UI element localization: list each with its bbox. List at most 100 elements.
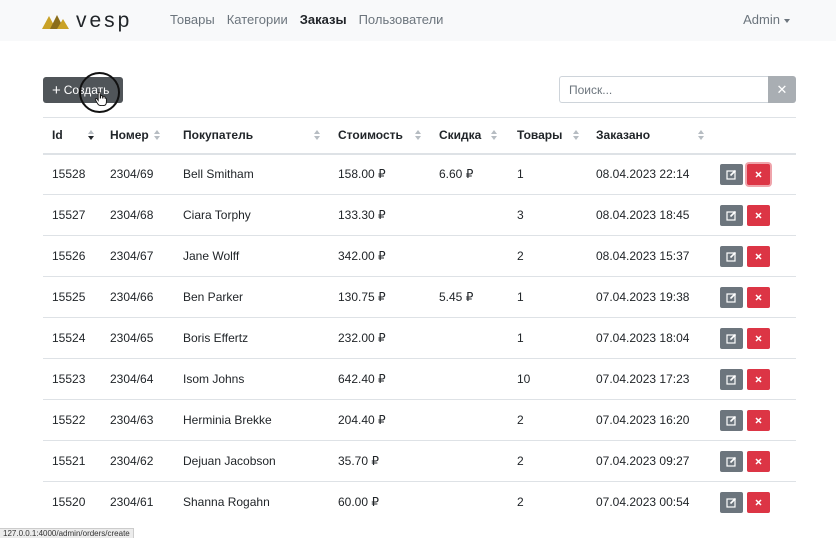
cell-actions (715, 317, 796, 359)
search-input[interactable] (559, 76, 768, 103)
table-row[interactable]: 15522 2304/63 Herminia Brekke 204.40 ₽ 2… (43, 399, 796, 441)
sort-desc-icon[interactable] (88, 130, 95, 141)
cell-ordered: 08.04.2023 18:45 (587, 194, 715, 236)
table-row[interactable]: 15527 2304/68 Ciara Torphy 133.30 ₽ 3 08… (43, 194, 796, 236)
cell-number: 2304/64 (101, 358, 174, 400)
plus-icon: + (52, 82, 61, 99)
column-header-customer[interactable]: Покупатель (174, 117, 329, 155)
delete-button[interactable] (747, 245, 770, 267)
edit-button[interactable] (720, 409, 743, 431)
edit-button[interactable] (720, 450, 743, 472)
edit-button[interactable] (720, 327, 743, 349)
create-button-label: Создать (63, 83, 110, 97)
nav-item-orders[interactable]: Заказы (300, 12, 347, 28)
cell-cost: 130.75 ₽ (329, 276, 430, 318)
close-icon (755, 211, 762, 219)
cell-number: 2304/69 (101, 153, 174, 195)
table-row[interactable]: 15526 2304/67 Jane Wolff 342.00 ₽ 2 08.0… (43, 235, 796, 277)
edit-button[interactable] (720, 245, 743, 267)
cell-number: 2304/68 (101, 194, 174, 236)
cell-id: 15523 (43, 358, 101, 400)
cell-actions (715, 440, 796, 482)
cell-cost: 60.00 ₽ (329, 481, 430, 523)
create-button[interactable]: + Создать (43, 77, 123, 103)
sort-icon[interactable] (573, 130, 580, 141)
table-row[interactable]: 15523 2304/64 Isom Johns 642.40 ₽ 10 07.… (43, 358, 796, 400)
cell-id: 15521 (43, 440, 101, 482)
edit-icon (726, 374, 737, 385)
cell-cost: 642.40 ₽ (329, 358, 430, 400)
cell-customer: Jane Wolff (174, 235, 329, 277)
sort-icon[interactable] (491, 130, 498, 141)
close-icon (755, 499, 762, 506)
cell-discount (430, 235, 508, 277)
column-header-items[interactable]: Товары (508, 117, 587, 155)
nav-item-users[interactable]: Пользователи (359, 12, 444, 28)
delete-button[interactable] (747, 368, 770, 390)
edit-icon (726, 415, 737, 426)
nav-item-products[interactable]: Товары (170, 12, 215, 28)
table-row[interactable]: 15524 2304/65 Boris Effertz 232.00 ₽ 1 0… (43, 317, 796, 359)
column-header-ordered[interactable]: Заказано (587, 117, 715, 155)
close-icon (755, 375, 762, 383)
delete-button[interactable] (747, 327, 770, 349)
cell-customer: Dejuan Jacobson (174, 440, 329, 482)
column-header-discount[interactable]: Скидка (430, 117, 508, 155)
cell-ordered: 07.04.2023 18:04 (587, 317, 715, 359)
edit-button[interactable] (720, 163, 743, 185)
cell-id: 15522 (43, 399, 101, 441)
cell-discount (430, 440, 508, 482)
cell-ordered: 07.04.2023 17:23 (587, 358, 715, 400)
user-name: Admin (743, 12, 780, 27)
close-icon (755, 293, 762, 301)
logo-mark-icon (42, 14, 69, 29)
close-icon (755, 416, 762, 424)
cell-id: 15525 (43, 276, 101, 318)
cell-customer: Herminia Brekke (174, 399, 329, 441)
nav-item-categories[interactable]: Категории (227, 12, 288, 28)
cell-ordered: 08.04.2023 22:14 (587, 153, 715, 195)
delete-button[interactable] (747, 409, 770, 431)
cell-customer: Ciara Torphy (174, 194, 329, 236)
column-header-cost[interactable]: Стоимость (329, 117, 430, 155)
cell-ordered: 07.04.2023 00:54 (587, 481, 715, 523)
edit-button[interactable] (720, 204, 743, 226)
edit-button[interactable] (720, 491, 743, 513)
cell-number: 2304/63 (101, 399, 174, 441)
delete-button[interactable] (747, 163, 770, 185)
table-row[interactable]: 15525 2304/66 Ben Parker 130.75 ₽ 5.45 ₽… (43, 276, 796, 318)
cell-ordered: 07.04.2023 19:38 (587, 276, 715, 318)
delete-button[interactable] (747, 450, 770, 472)
cell-customer: Shanna Rogahn (174, 481, 329, 523)
column-header-actions (715, 117, 796, 155)
table-row[interactable]: 15528 2304/69 Bell Smitham 158.00 ₽ 6.60… (43, 153, 796, 195)
cell-items: 1 (508, 153, 587, 195)
edit-button[interactable] (720, 368, 743, 390)
user-menu[interactable]: Admin (743, 12, 790, 28)
delete-button[interactable] (747, 491, 770, 513)
brand-logo[interactable]: vesp (42, 10, 132, 31)
sort-icon[interactable] (314, 130, 321, 141)
sort-icon[interactable] (154, 130, 161, 141)
column-header-number[interactable]: Номер (101, 117, 174, 155)
sort-icon[interactable] (698, 130, 705, 141)
cell-customer: Isom Johns (174, 358, 329, 400)
search-clear-button[interactable]: ✕ (768, 76, 796, 103)
cell-items: 2 (508, 399, 587, 441)
edit-button[interactable] (720, 286, 743, 308)
cell-discount: 5.45 ₽ (430, 276, 508, 318)
cell-id: 15526 (43, 235, 101, 277)
sort-icon[interactable] (415, 130, 422, 141)
delete-button[interactable] (747, 286, 770, 308)
cell-ordered: 08.04.2023 15:37 (587, 235, 715, 277)
caret-down-icon (784, 18, 790, 23)
table-row[interactable]: 15521 2304/62 Dejuan Jacobson 35.70 ₽ 2 … (43, 440, 796, 482)
table-row[interactable]: 15520 2304/61 Shanna Rogahn 60.00 ₽ 2 07… (43, 481, 796, 523)
delete-button[interactable] (747, 204, 770, 226)
cell-actions (715, 194, 796, 236)
cell-cost: 204.40 ₽ (329, 399, 430, 441)
cell-ordered: 07.04.2023 16:20 (587, 399, 715, 441)
edit-icon (726, 251, 737, 262)
column-header-id[interactable]: Id (43, 117, 101, 155)
cell-actions (715, 276, 796, 318)
